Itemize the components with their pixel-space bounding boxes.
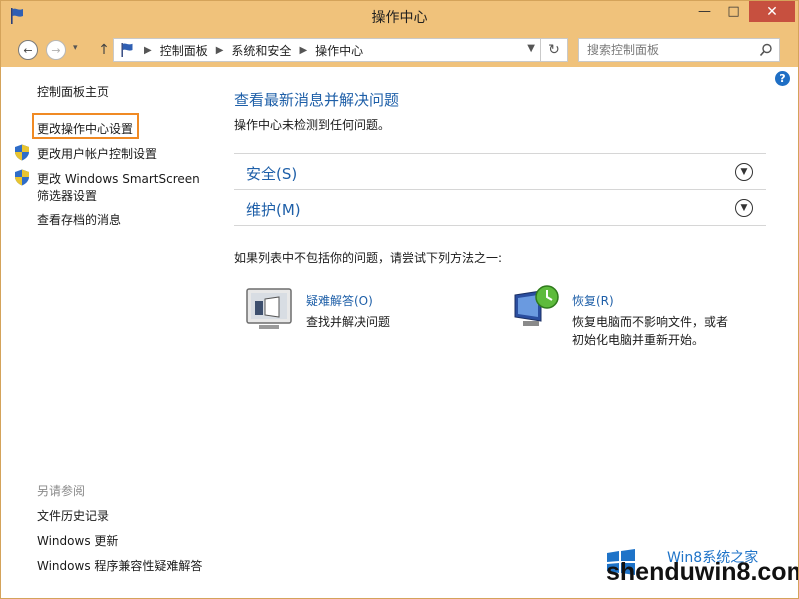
alternatives-hint: 如果列表中不包括你的问题，请尝试下列方法之一: [234, 251, 503, 265]
security-section-label: 安全(S) [246, 165, 298, 183]
arrow-left-icon: ← [23, 43, 33, 57]
arrow-right-icon: → [51, 43, 61, 57]
breadcrumb-action-center[interactable]: 操作中心 [315, 42, 363, 59]
refresh-icon: ↻ [548, 42, 560, 58]
breadcrumb: ▶ 控制面板 ▶ 系统和安全 ▶ 操作中心 [144, 42, 363, 59]
sidebar-item-change-uac-settings[interactable]: 更改用户帐户控制设置 [37, 145, 157, 162]
back-button[interactable]: ← [18, 40, 38, 60]
search-icon [759, 43, 772, 57]
up-button[interactable]: ↑ [94, 40, 114, 60]
forward-button[interactable]: → [46, 40, 66, 60]
maintenance-section-header[interactable]: 维护(M) ▼ [234, 189, 766, 225]
sidebar-item-view-archived-messages[interactable]: 查看存档的消息 [37, 211, 121, 228]
breadcrumb-system-security[interactable]: 系统和安全 [231, 42, 291, 59]
control-panel-flag-icon [121, 43, 133, 57]
search-input[interactable]: 搜索控制面板 [578, 38, 780, 62]
address-dropdown-icon[interactable]: ▼ [527, 43, 535, 54]
window-title: 操作中心 [371, 10, 428, 26]
recovery-description-line2: 初始化电脑并重新开始。 [572, 333, 705, 347]
breadcrumb-separator-icon: ▶ [144, 44, 152, 56]
title-bar: 操作中心 — □ ✕ [1, 1, 798, 31]
refresh-button[interactable]: ↻ [540, 39, 567, 61]
breadcrumb-separator-icon: ▶ [299, 44, 308, 56]
chevron-down-icon[interactable]: ▼ [735, 163, 753, 181]
recovery-link[interactable]: 恢复(R) [572, 292, 614, 309]
maximize-button[interactable]: □ [720, 1, 747, 22]
recent-pages-chevron-icon[interactable]: ▾ [73, 43, 78, 53]
status-message: 操作中心未检测到任何问题。 [234, 118, 391, 132]
troubleshooting-icon[interactable] [245, 287, 293, 331]
sidebar-item-change-action-center-settings[interactable]: 更改操作中心设置 [37, 120, 133, 137]
see-also-heading: 另请参阅 [37, 484, 86, 498]
troubleshooting-description: 查找并解决问题 [306, 315, 391, 329]
arrow-up-icon: ↑ [98, 42, 110, 58]
close-button[interactable]: ✕ [749, 1, 795, 22]
see-also-file-history[interactable]: 文件历史记录 [37, 507, 109, 524]
maximize-icon: □ [727, 4, 740, 19]
sidebar-item-control-panel-home[interactable]: 控制面板主页 [37, 83, 109, 100]
control-panel-window: 操作中心 — □ ✕ ← → ▾ ↑ ▶ 控制面板 ▶ 系统和安全 ▶ 操作中心… [0, 0, 799, 599]
security-section-header[interactable]: 安全(S) ▼ [234, 153, 766, 189]
navigation-bar: ← → ▾ ↑ ▶ 控制面板 ▶ 系统和安全 ▶ 操作中心 ▼ ↻ 搜索控制面板 [1, 31, 798, 67]
help-icon[interactable]: ? [775, 71, 790, 86]
maintenance-section-label: 维护(M) [246, 201, 301, 219]
see-also-windows-update[interactable]: Windows 更新 [37, 532, 118, 549]
sidebar-item-change-smartscreen[interactable]: 更改 Windows SmartScreen [37, 170, 200, 187]
watermark-text: shenduwin8.com [606, 558, 799, 586]
recovery-icon[interactable] [511, 283, 561, 331]
address-bar[interactable]: ▶ 控制面板 ▶ 系统和安全 ▶ 操作中心 ▼ ↻ [113, 38, 568, 62]
breadcrumb-separator-icon: ▶ [215, 44, 224, 56]
recovery-description-line1: 恢复电脑而不影响文件，或者 [572, 315, 729, 329]
uac-shield-icon [15, 169, 29, 186]
breadcrumb-control-panel[interactable]: 控制面板 [160, 42, 208, 59]
troubleshooting-link[interactable]: 疑难解答(O) [306, 292, 373, 309]
page-title: 查看最新消息并解决问题 [234, 91, 400, 109]
uac-shield-icon [15, 144, 29, 161]
see-also-compatibility-troubleshooter[interactable]: Windows 程序兼容性疑难解答 [37, 557, 202, 574]
minimize-icon: — [698, 4, 711, 19]
chevron-down-icon[interactable]: ▼ [735, 199, 753, 217]
minimize-button[interactable]: — [691, 1, 718, 22]
sidebar-item-change-smartscreen-line2[interactable]: 筛选器设置 [37, 187, 97, 204]
close-icon: ✕ [766, 3, 778, 20]
section-divider [234, 225, 766, 226]
content-area: ? 控制面板主页 更改操作中心设置 更改用户帐户控制设置 更改 Windows … [1, 67, 798, 598]
search-placeholder: 搜索控制面板 [587, 43, 660, 57]
